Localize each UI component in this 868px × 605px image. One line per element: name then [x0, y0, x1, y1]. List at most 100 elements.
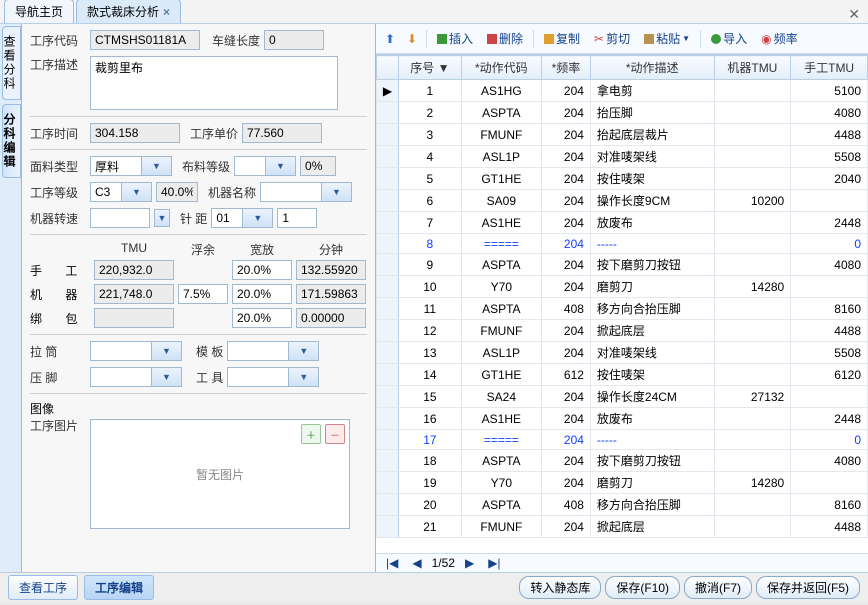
- foot-select[interactable]: ▼: [90, 367, 182, 387]
- bind-tmu: [94, 308, 174, 328]
- remove-image-icon[interactable]: －: [325, 424, 345, 444]
- table-row[interactable]: 11ASPTA408移方向合抬压脚8160: [377, 298, 868, 320]
- cut-button[interactable]: ✂剪切: [590, 28, 634, 49]
- tab-nav-home[interactable]: 导航主页: [4, 0, 74, 23]
- image-preview: 暂无图片 ＋ －: [90, 419, 350, 529]
- pull-label: 拉 筒: [30, 343, 86, 360]
- view-process-button[interactable]: 查看工序: [8, 575, 78, 600]
- grade-select[interactable]: C3▼: [90, 182, 152, 202]
- col-width: 宽放: [232, 241, 292, 258]
- panel-close-icon[interactable]: ✕: [848, 6, 860, 23]
- tool-select[interactable]: ▼: [227, 367, 319, 387]
- freq-icon: ◉: [761, 32, 771, 46]
- undo-button[interactable]: 撤消(F7): [684, 576, 752, 599]
- edit-process-button[interactable]: 工序编辑: [84, 575, 154, 600]
- table-row[interactable]: 19Y70204磨剪刀14280: [377, 472, 868, 494]
- col-tmu: TMU: [94, 241, 174, 258]
- table-row[interactable]: 14GT1HE612按住唛架6120: [377, 364, 868, 386]
- table-row[interactable]: 6SA09204操作长度9CM10200: [377, 190, 868, 212]
- pager-first[interactable]: |◀: [382, 556, 402, 570]
- img-label: 工序图片: [30, 417, 86, 434]
- col-freq[interactable]: *频率: [541, 56, 590, 80]
- pitch1-select[interactable]: 01▼: [211, 208, 273, 228]
- pull-select[interactable]: ▼: [90, 341, 182, 361]
- desc-input[interactable]: 裁剪里布: [90, 56, 338, 110]
- chevron-down-icon: ▼: [265, 157, 295, 175]
- chevron-down-icon: ▼: [121, 183, 151, 201]
- scissors-icon: ✂: [594, 32, 604, 46]
- time-label: 工序时间: [30, 125, 86, 142]
- pitch2-input[interactable]: [277, 208, 317, 228]
- paste-button[interactable]: 粘贴▼: [640, 28, 694, 49]
- table-row[interactable]: 20ASPTA408移方向合抬压脚8160: [377, 494, 868, 516]
- desc-label: 工序描述: [30, 56, 86, 73]
- actions-table[interactable]: 序号 ▼ *动作代码 *频率 *动作描述 机器TMU 手工TMU ▶1AS1HG…: [376, 55, 868, 538]
- close-icon[interactable]: ×: [163, 5, 170, 19]
- table-row[interactable]: 3FMUNF204抬起底层裁片4488: [377, 124, 868, 146]
- save-return-button[interactable]: 保存并返回(F5): [756, 576, 860, 599]
- pager-next[interactable]: ▶: [461, 556, 478, 570]
- pager-last[interactable]: ▶|: [484, 556, 504, 570]
- fabric-grade-label: 布料等级: [182, 158, 230, 175]
- import-button[interactable]: 导入: [707, 28, 751, 49]
- img-empty-text: 暂无图片: [196, 466, 244, 483]
- col-desc[interactable]: *动作描述: [590, 56, 714, 80]
- save-button[interactable]: 保存(F10): [605, 576, 680, 599]
- mach-width[interactable]: [232, 284, 292, 304]
- mach-float[interactable]: [178, 284, 228, 304]
- rpm-input[interactable]: [90, 208, 150, 228]
- tab-style-cut-analysis[interactable]: 款式裁床分析×: [76, 0, 181, 23]
- grade-label: 工序等级: [30, 184, 86, 201]
- copy-icon: [544, 34, 554, 44]
- table-row[interactable]: 4ASL1P204对准唛架线5508: [377, 146, 868, 168]
- machine-name-select[interactable]: ▼: [260, 182, 352, 202]
- chevron-down-icon: ▼: [682, 34, 690, 43]
- side-tab-edit[interactable]: 分科编辑: [2, 104, 21, 178]
- table-row[interactable]: ▶1AS1HG204拿电剪5100: [377, 80, 868, 102]
- hand-label: 手 工: [30, 262, 90, 279]
- rpm-label: 机器转速: [30, 210, 86, 227]
- table-row[interactable]: 17=====204-----0: [377, 430, 868, 450]
- bind-width[interactable]: [232, 308, 292, 328]
- table-row[interactable]: 13ASL1P204对准唛架线5508: [377, 342, 868, 364]
- table-row[interactable]: 21FMUNF204掀起底层4488: [377, 516, 868, 538]
- grid-toolbar: ⬆ ⬇ 插入 删除 复制 ✂剪切 粘贴▼ 导入 ◉频率: [376, 24, 868, 54]
- arrow-up-icon[interactable]: ⬆: [382, 31, 398, 47]
- foot-label: 压 脚: [30, 369, 86, 386]
- pager-prev[interactable]: ◀: [408, 556, 425, 570]
- table-row[interactable]: 7AS1HE204放废布2448: [377, 212, 868, 234]
- col-code[interactable]: *动作代码: [461, 56, 541, 80]
- arrow-down-icon[interactable]: ⬇: [404, 31, 420, 47]
- clipboard-icon: [644, 34, 654, 44]
- table-row[interactable]: 8=====204-----0: [377, 234, 868, 254]
- col-htmu[interactable]: 手工TMU: [791, 56, 868, 80]
- copy-button[interactable]: 复制: [540, 28, 584, 49]
- table-row[interactable]: 2ASPTA204抬压脚4080: [377, 102, 868, 124]
- insert-button[interactable]: 插入: [433, 28, 477, 49]
- fabric-pct-input: [300, 156, 336, 176]
- table-row[interactable]: 12FMUNF204掀起底层4488: [377, 320, 868, 342]
- delete-button[interactable]: 删除: [483, 28, 527, 49]
- col-indicator: [377, 56, 399, 80]
- seam-input[interactable]: [264, 30, 324, 50]
- fabric-type-select[interactable]: 厚料▼: [90, 156, 172, 176]
- code-input[interactable]: [90, 30, 200, 50]
- table-row[interactable]: 5GT1HE204按住唛架2040: [377, 168, 868, 190]
- freq-button[interactable]: ◉频率: [757, 28, 802, 49]
- col-mtmu[interactable]: 机器TMU: [714, 56, 791, 80]
- hand-width[interactable]: [232, 260, 292, 280]
- chevron-down-icon: ▼: [141, 157, 171, 175]
- to-static-button[interactable]: 转入静态库: [519, 576, 601, 599]
- table-row[interactable]: 10Y70204磨剪刀14280: [377, 276, 868, 298]
- rpm-dropdown[interactable]: ▼: [154, 209, 170, 227]
- col-seq[interactable]: 序号 ▼: [399, 56, 462, 80]
- table-row[interactable]: 9ASPTA204按下磨剪刀按钮4080: [377, 254, 868, 276]
- table-row[interactable]: 18ASPTA204按下磨剪刀按钮4080: [377, 450, 868, 472]
- tmpl-select[interactable]: ▼: [227, 341, 319, 361]
- table-row[interactable]: 15SA24204操作长度24CM27132: [377, 386, 868, 408]
- table-row[interactable]: 16AS1HE204放废布2448: [377, 408, 868, 430]
- add-image-icon[interactable]: ＋: [301, 424, 321, 444]
- fabric-grade-select[interactable]: ▼: [234, 156, 296, 176]
- chevron-down-icon: ▼: [321, 183, 351, 201]
- side-tab-view[interactable]: 查看分科: [2, 26, 21, 100]
